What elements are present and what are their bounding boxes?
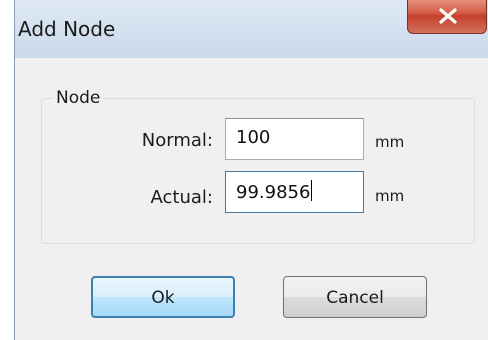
- actual-input-value: 99.9856: [236, 182, 311, 203]
- normal-input-value: 100: [236, 127, 271, 148]
- ok-button[interactable]: Ok: [91, 276, 235, 318]
- close-button[interactable]: [407, 0, 487, 34]
- actual-input[interactable]: 99.9856: [225, 171, 364, 213]
- window-title: Add Node: [18, 17, 116, 41]
- actual-unit: mm: [375, 187, 405, 205]
- groupbox-label: Node: [53, 88, 104, 108]
- actual-label: Actual:: [150, 187, 213, 208]
- close-icon: [439, 8, 457, 24]
- title-bar[interactable]: Add Node: [15, 0, 488, 58]
- text-caret: [311, 180, 313, 201]
- normal-label: Normal:: [141, 130, 213, 151]
- dialog-body: Node Normal: 100 mm Actual: 99.9856 mm O…: [15, 58, 488, 340]
- add-node-dialog: Add Node Node Normal: 100 mm Actual: 99.…: [14, 0, 488, 340]
- normal-input[interactable]: 100: [225, 118, 364, 160]
- normal-unit: mm: [375, 133, 405, 151]
- cancel-button[interactable]: Cancel: [283, 276, 427, 318]
